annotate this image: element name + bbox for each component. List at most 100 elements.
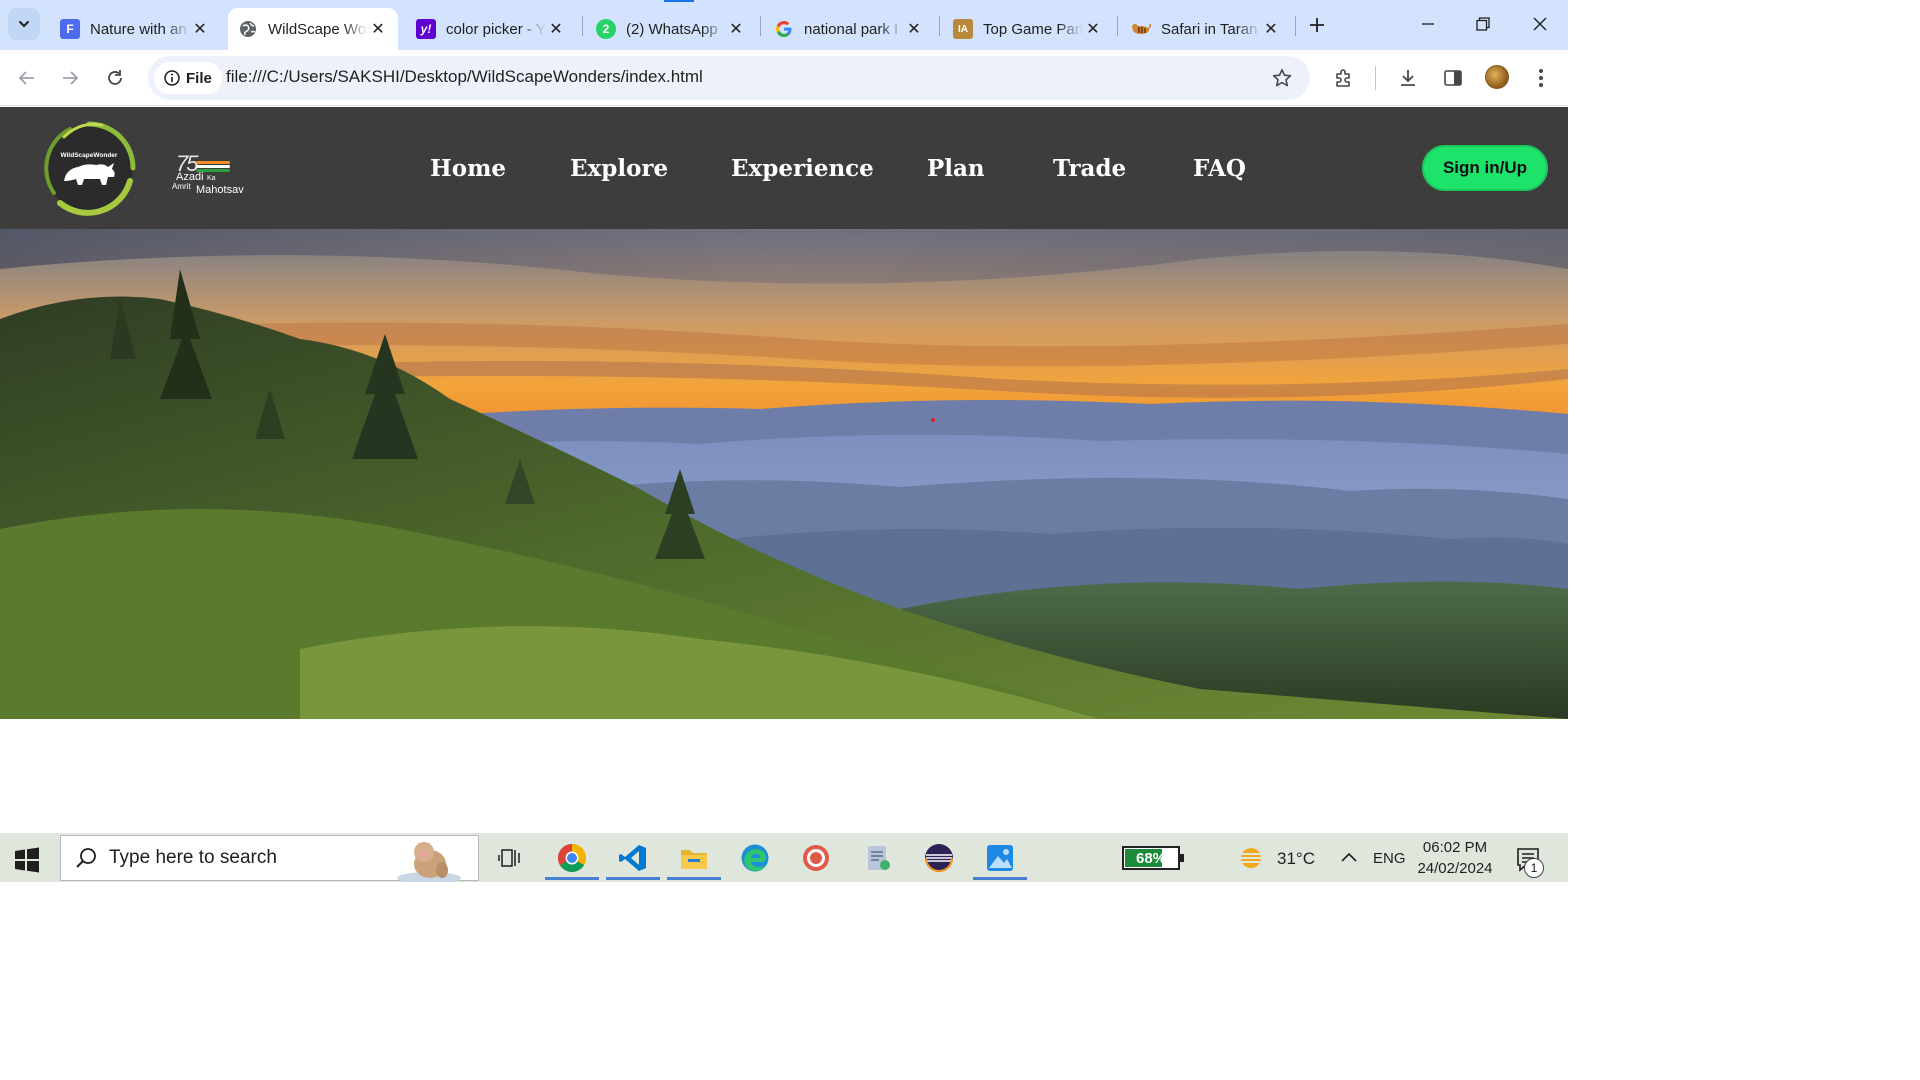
clock-time: 06:02 PM xyxy=(1422,839,1488,856)
site-chip-label: File xyxy=(186,69,212,87)
taskbar-eclipse[interactable] xyxy=(910,835,968,880)
url-text[interactable]: file:///C:/Users/SAKSHI/Desktop/WildScap… xyxy=(226,67,703,87)
chrome-icon xyxy=(558,843,586,872)
language-indicator[interactable]: ENG xyxy=(1373,850,1406,867)
more-vert-icon xyxy=(1539,69,1543,87)
taskbar-task-view[interactable] xyxy=(481,835,539,880)
taskbar-chrome[interactable] xyxy=(543,835,601,880)
tab-national-park[interactable]: national park I ✕ xyxy=(764,8,934,50)
tab-title: WildScape Wonders xyxy=(268,20,368,38)
downloads-button[interactable] xyxy=(1392,62,1424,94)
side-panel-button[interactable] xyxy=(1437,62,1469,94)
tab-wildscape[interactable]: WildScape Wonders ✕ xyxy=(228,8,398,50)
tab-safari[interactable]: Safari in Taran ✕ xyxy=(1121,8,1291,50)
info-icon xyxy=(164,70,180,86)
tab-title: Safari in Taran xyxy=(1161,20,1258,38)
tab-title: Nature with an xyxy=(90,20,187,38)
taskbar-media-app[interactable] xyxy=(787,835,845,880)
edge-icon xyxy=(741,844,769,871)
nav-faq[interactable]: FAQ xyxy=(1193,155,1246,182)
windows-start-icon[interactable] xyxy=(12,845,42,875)
back-button[interactable] xyxy=(11,62,43,94)
forms-icon: F xyxy=(60,19,80,39)
restore-button[interactable] xyxy=(1463,8,1503,40)
close-window-button[interactable] xyxy=(1520,8,1560,40)
new-tab-button[interactable] xyxy=(1304,12,1330,38)
page-body-blank xyxy=(0,719,1568,833)
tab-title: (2) WhatsApp xyxy=(626,20,718,38)
forward-button[interactable] xyxy=(54,62,86,94)
globe-icon xyxy=(238,19,258,39)
taskbar-search-box[interactable]: Type here to search xyxy=(60,835,479,882)
close-tab-icon[interactable]: ✕ xyxy=(368,19,388,39)
tab-nature[interactable]: F Nature with an ✕ xyxy=(50,8,220,50)
hero-banner xyxy=(0,229,1568,719)
photos-icon xyxy=(987,844,1013,871)
media-app-icon xyxy=(803,844,829,871)
battery-indicator[interactable]: 68% xyxy=(1122,846,1184,870)
taskbar-edge[interactable] xyxy=(726,835,784,880)
tab-top-game-park[interactable]: IA Top Game Park ✕ xyxy=(943,8,1113,50)
vscode-icon xyxy=(619,844,646,871)
sign-in-up-button[interactable]: Sign in/Up xyxy=(1422,145,1548,191)
google-icon xyxy=(774,19,794,39)
plus-icon xyxy=(1310,18,1324,32)
reload-icon xyxy=(108,70,122,85)
tab-search-button[interactable] xyxy=(8,8,40,40)
restore-icon xyxy=(1476,17,1490,31)
taskbar-vscode[interactable] xyxy=(604,835,662,880)
side-panel-icon xyxy=(1444,70,1462,86)
windows-taskbar: Type here to search 68% 31°C ENG 06:02 P… xyxy=(0,833,1568,882)
close-tab-icon[interactable]: ✕ xyxy=(1261,19,1281,39)
search-placeholder: Type here to search xyxy=(109,847,277,868)
menu-button[interactable] xyxy=(1525,62,1557,94)
tab-color-picker[interactable]: y! color picker - Yahoo ✕ xyxy=(406,8,576,50)
address-bar[interactable]: File file:///C:/Users/SAKSHI/Desktop/Wil… xyxy=(148,56,1310,100)
mountain-sunset-image xyxy=(0,229,1568,719)
arrow-right-icon xyxy=(63,71,79,85)
tiger-icon xyxy=(1131,19,1151,39)
weather-haze-icon[interactable] xyxy=(1238,846,1264,870)
monkey-search-highlight-icon xyxy=(397,842,461,882)
file-explorer-icon xyxy=(681,849,707,869)
close-tab-icon[interactable]: ✕ xyxy=(904,19,924,39)
chevron-down-icon xyxy=(19,21,29,28)
site-header: WildScapeWonder 75 Azadi Ka Amrit Mahots… xyxy=(0,107,1568,229)
system-clock[interactable]: 06:02 PM 24/02/2024 xyxy=(1412,837,1498,879)
task-view-icon xyxy=(498,848,520,867)
minimize-button[interactable] xyxy=(1408,8,1448,40)
profile-avatar[interactable] xyxy=(1485,65,1509,89)
search-icon xyxy=(76,848,96,868)
bookmark-button[interactable] xyxy=(1270,66,1294,90)
taskbar-photos[interactable] xyxy=(971,835,1029,880)
nav-trade[interactable]: Trade xyxy=(1053,155,1126,182)
nav-home[interactable]: Home xyxy=(430,155,506,182)
tab-strip: F Nature with an ✕ WildScape Wonders ✕ y… xyxy=(0,0,1568,50)
taskbar-file-explorer[interactable] xyxy=(665,835,723,880)
nav-experience[interactable]: Experience xyxy=(731,155,874,182)
tab-title: Top Game Park xyxy=(983,20,1083,38)
close-tab-icon[interactable]: ✕ xyxy=(726,19,746,39)
tab-whatsapp[interactable]: 2 (2) WhatsApp ✕ xyxy=(586,8,756,50)
extensions-button[interactable] xyxy=(1328,62,1360,94)
browser-toolbar: File file:///C:/Users/SAKSHI/Desktop/Wil… xyxy=(0,50,1568,106)
arrow-left-icon xyxy=(18,71,34,85)
battery-nub xyxy=(1180,854,1184,862)
main-nav: Home Explore Experience Plan Trade FAQ xyxy=(0,107,1568,229)
notification-count-badge: 1 xyxy=(1524,858,1544,878)
yahoo-icon: y! xyxy=(416,19,436,39)
taskbar-notepad-app[interactable] xyxy=(849,835,907,880)
site-info-chip[interactable]: File xyxy=(154,62,222,94)
close-tab-icon[interactable]: ✕ xyxy=(1083,19,1103,39)
close-tab-icon[interactable]: ✕ xyxy=(546,19,566,39)
temperature-text[interactable]: 31°C xyxy=(1277,849,1315,869)
reload-button[interactable] xyxy=(99,62,131,94)
tab-separator xyxy=(760,16,761,36)
tab-separator xyxy=(582,16,583,36)
nav-plan[interactable]: Plan xyxy=(927,155,985,182)
chevron-up-icon[interactable] xyxy=(1340,851,1358,863)
close-tab-icon[interactable]: ✕ xyxy=(190,19,210,39)
toolbar-separator xyxy=(1375,66,1376,90)
close-icon xyxy=(1533,17,1547,31)
nav-explore[interactable]: Explore xyxy=(570,155,668,182)
